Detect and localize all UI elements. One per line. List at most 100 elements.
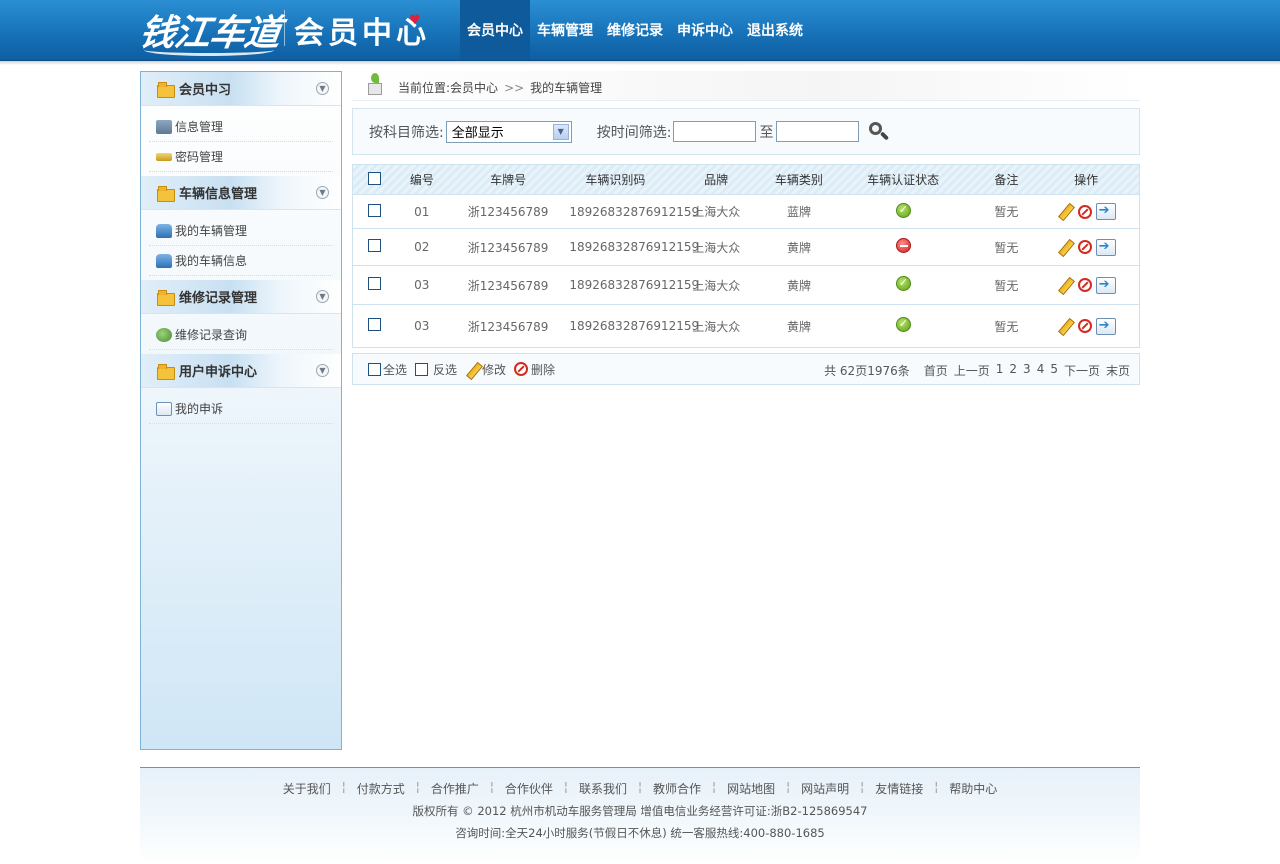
folder-icon [157, 185, 175, 202]
table-row: 03 浙123456789 18926832876912159 上海大众 黄牌 … [353, 305, 1139, 347]
folder-icon [157, 81, 175, 98]
pencil-icon[interactable] [1057, 318, 1074, 335]
page-number[interactable]: 1 [996, 362, 1004, 379]
row-checkbox[interactable] [368, 203, 382, 217]
forbid-icon[interactable] [1077, 319, 1092, 333]
column-header: 编号 [409, 173, 434, 187]
header-select-cell [353, 171, 397, 188]
cell-brand: 上海大众 [692, 319, 741, 334]
footer-link-friends[interactable]: 友情链接 [875, 780, 923, 797]
page-number[interactable]: 2 [1009, 362, 1017, 379]
arrow-right-icon[interactable] [1095, 238, 1116, 256]
chevron-down-icon[interactable]: ▼ [316, 364, 329, 377]
invert-checkbox[interactable] [415, 362, 429, 376]
plant-pot [368, 83, 382, 95]
pencil-icon[interactable] [1057, 277, 1074, 294]
pencil-icon [465, 362, 480, 377]
sidebar-section-member[interactable]: 会员中习 ▼ [141, 72, 341, 106]
page-number[interactable]: 4 [1037, 362, 1045, 379]
arrow-right-icon[interactable] [1095, 276, 1116, 294]
sidebar-section-repair[interactable]: 维修记录管理 ▼ [141, 280, 341, 314]
footer-separator: ¦ [341, 780, 346, 794]
chevron-down-icon[interactable]: ▼ [316, 290, 329, 303]
arrow-right-icon[interactable] [1095, 203, 1116, 220]
breadcrumb: 当前位置:会员中心 >> 我的车辆管理 [352, 71, 1140, 101]
sidebar-section-vehicle[interactable]: 车辆信息管理 ▼ [141, 176, 341, 210]
sidebar-item-my-vehicle-management[interactable]: 我的车辆管理 [149, 216, 333, 246]
cell-type: 黄牌 [786, 240, 811, 255]
cell-note: 暂无 [994, 278, 1019, 293]
footer-link-payment[interactable]: 付款方式 [357, 780, 405, 797]
breadcrumb-arrow: >> [504, 81, 525, 95]
page-last[interactable]: 末页 [1106, 362, 1130, 379]
select-all-checkbox[interactable] [368, 362, 381, 376]
footer-separator: ¦ [637, 780, 643, 794]
page-number[interactable]: 5 [1050, 362, 1058, 379]
sidebar-item-password-management[interactable]: 密码管理 [149, 142, 333, 172]
bulk-edit-button[interactable]: 修改 [465, 361, 506, 378]
sidebar-section-items: 我的车辆管理 我的车辆信息 [141, 210, 341, 280]
footer-link-sitemap[interactable]: 网站地图 [727, 780, 775, 797]
sidebar-section-complaint[interactable]: 用户申诉中心 ▼ [141, 354, 341, 388]
nav-repair-records[interactable]: 维修记录 [600, 0, 670, 60]
top-header: 钱江车道 会员中心 ♥ 会员中心 车辆管理 维修记录 申诉中心 退出系统 [0, 0, 1280, 61]
footer-link-partners[interactable]: 合作伙伴 [505, 780, 553, 797]
subject-select[interactable]: 全部显示 ▼ [445, 120, 572, 143]
sidebar-item-info-management[interactable]: 信息管理 [149, 112, 333, 142]
sidebar-item-my-vehicle-info[interactable]: 我的车辆信息 [149, 246, 333, 276]
cell-no: 01 [414, 204, 430, 219]
page-prev[interactable]: 上一页 [954, 362, 990, 379]
footer-link-about[interactable]: 关于我们 [283, 780, 331, 797]
footer-link-help[interactable]: 帮助中心 [949, 780, 997, 797]
page-first[interactable]: 首页 [924, 362, 948, 379]
table-header: 编号 车牌号 车辆识别码 品牌 车辆类别 车辆认证状态 备注 操作 [353, 165, 1139, 195]
row-checkbox[interactable] [368, 239, 382, 252]
footer: 关于我们 ¦ 付款方式 ¦ 合作推广 ¦ 合作伙伴 ¦ 联系我们 ¦ 教师合作 ¦ 网站地图… [140, 767, 1140, 864]
cell-plate: 浙123456789 [467, 240, 549, 255]
footer-link-contact[interactable]: 联系我们 [579, 780, 627, 797]
forbid-icon[interactable] [1077, 278, 1092, 292]
forbid-icon[interactable] [1077, 240, 1092, 254]
pencil-icon[interactable] [1057, 203, 1074, 220]
invert-selection-button[interactable]: 反选 [415, 361, 457, 378]
page-next[interactable]: 下一页 [1064, 362, 1100, 379]
breadcrumb-text: 当前位置:会员中心 >> 我的车辆管理 [398, 79, 602, 96]
cell-status [827, 238, 980, 256]
search-icon[interactable] [868, 121, 890, 143]
row-checkbox[interactable] [368, 318, 382, 331]
nav-vehicle-management[interactable]: 车辆管理 [530, 0, 600, 60]
row-checkbox[interactable] [368, 277, 382, 290]
breadcrumb-root[interactable]: 会员中心 [450, 81, 498, 95]
time-filter-label: 按时间筛选: [596, 124, 672, 141]
nav-member-center[interactable]: 会员中心 [460, 0, 530, 60]
bulk-delete-button[interactable]: 删除 [514, 361, 555, 378]
chevron-down-icon[interactable]: ▼ [316, 186, 329, 199]
pencil-icon[interactable] [1057, 239, 1074, 256]
select-all-button[interactable]: 全选 [368, 361, 407, 378]
table-row: 01 浙123456789 18926832876912159 上海大众 蓝牌 … [353, 195, 1139, 229]
arrow-right-icon[interactable] [1095, 317, 1116, 335]
row-select-cell [353, 318, 397, 334]
cell-vin: 18926832876912159 [569, 204, 700, 219]
footer-link-statement[interactable]: 网站声明 [801, 780, 849, 797]
page-number[interactable]: 3 [1023, 362, 1031, 379]
footer-separator: ¦ [786, 780, 791, 794]
table-row: 03 浙123456789 18926832876912159 上海大众 黄牌 … [353, 266, 1139, 305]
footer-link-teacher[interactable]: 教师合作 [653, 780, 701, 797]
chevron-down-icon[interactable]: ▼ [316, 82, 329, 95]
column-header: 备注 [994, 173, 1019, 187]
sidebar-item-label: 信息管理 [175, 120, 224, 134]
sidebar-item-my-complaints[interactable]: 我的申诉 [149, 394, 333, 424]
vehicle-table: 编号 车牌号 车辆识别码 品牌 车辆类别 车辆认证状态 备注 操作 01 浙12… [352, 164, 1140, 348]
chevron-down-icon: ▼ [552, 123, 569, 140]
nav-complaint-center[interactable]: 申诉中心 [670, 0, 740, 60]
select-all-checkbox[interactable] [368, 171, 382, 185]
sidebar-item-repair-query[interactable]: 维修记录查询 [149, 320, 333, 350]
site-logo[interactable]: 钱江车道 会员中心 ♥ [137, 0, 440, 60]
cell-type: 黄牌 [786, 278, 811, 293]
date-to-input[interactable] [776, 121, 860, 142]
date-from-input[interactable] [673, 121, 757, 142]
footer-link-promotion[interactable]: 合作推广 [431, 780, 479, 797]
nav-logout[interactable]: 退出系统 [740, 0, 810, 60]
forbid-icon[interactable] [1077, 204, 1092, 219]
